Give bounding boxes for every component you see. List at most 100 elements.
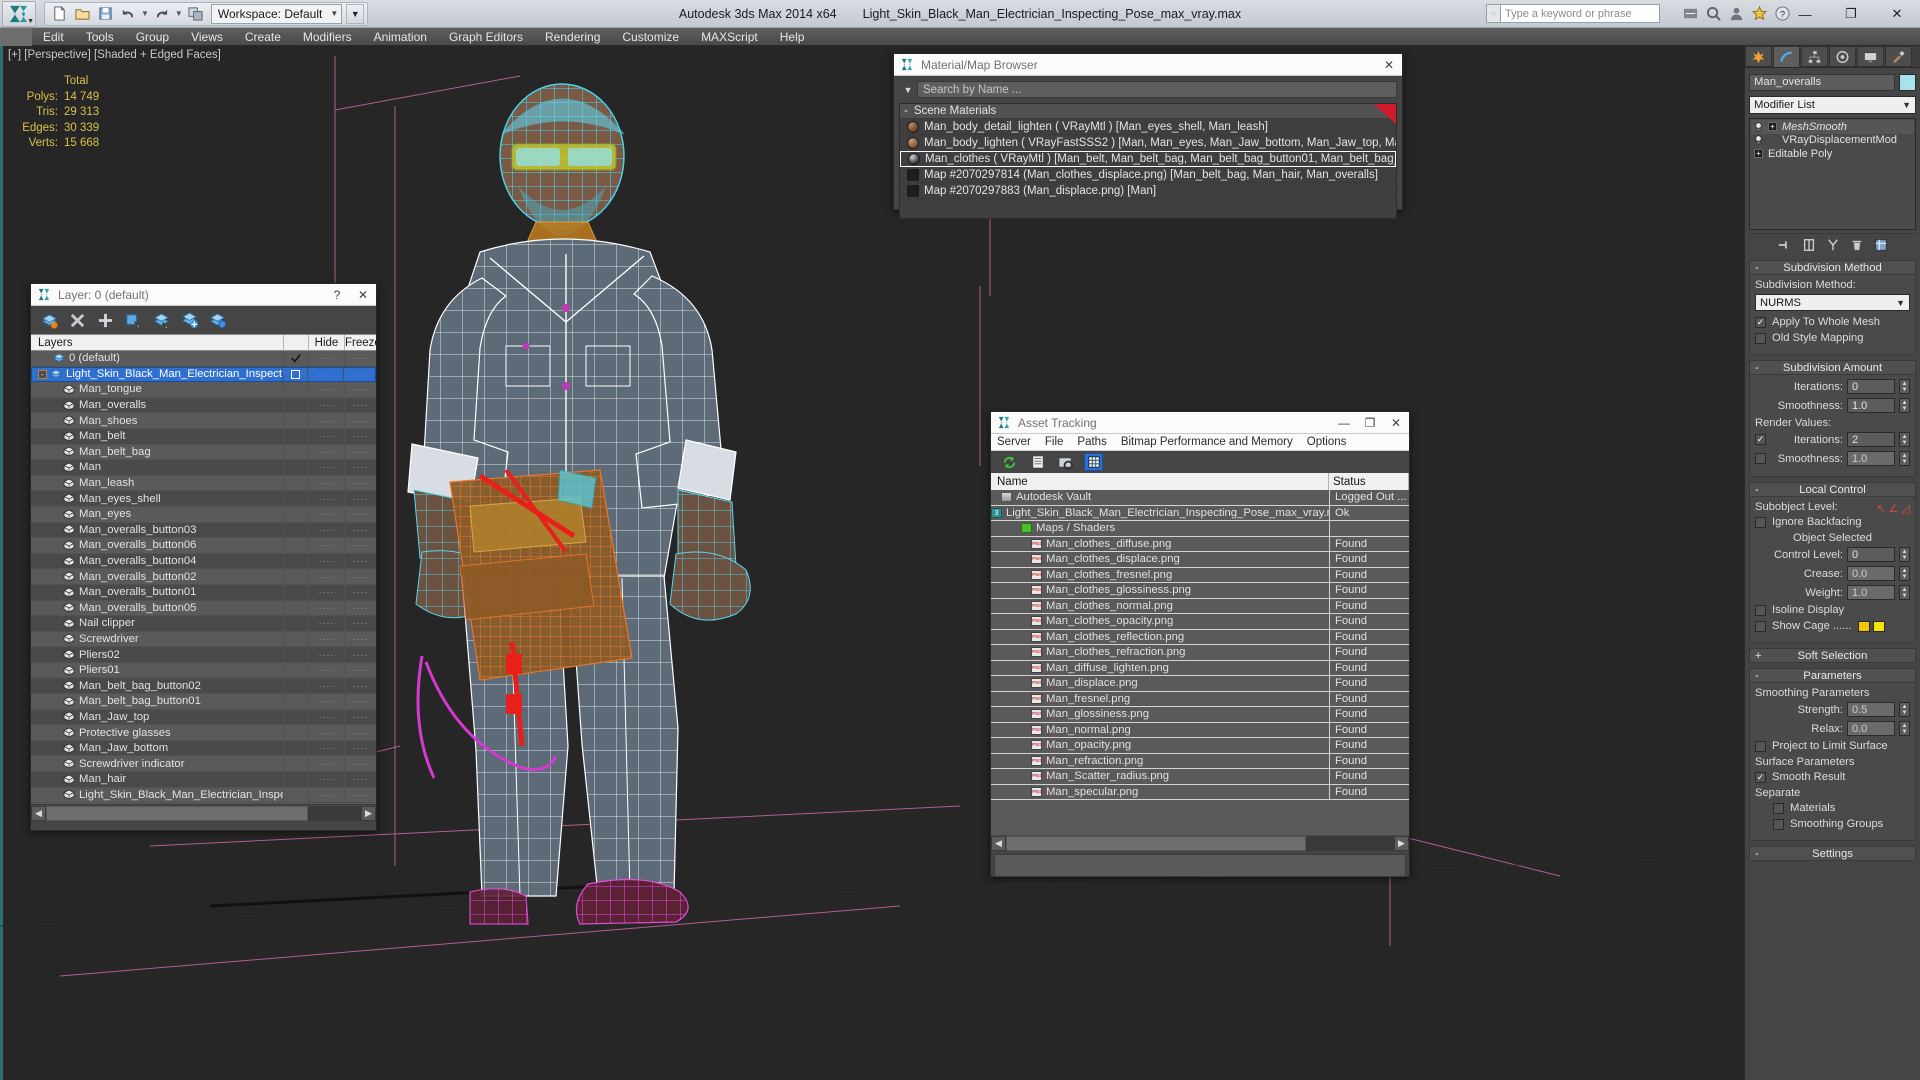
weight-stepper[interactable]: ▲ ▼ [1899, 585, 1910, 600]
layer-row[interactable]: Pliers01 ···· ···· [31, 662, 376, 679]
scene-materials-group-header[interactable]: - Scene Materials [900, 104, 1396, 119]
layer-row[interactable]: 0 (default) ···· ···· [31, 351, 376, 367]
layer-row[interactable]: Protective glasses ···· ···· [31, 725, 376, 741]
redo-button[interactable] [151, 4, 173, 24]
layer-hide-cell[interactable]: ···· [308, 600, 344, 616]
layer-hide-cell[interactable]: ···· [308, 444, 344, 460]
cage-color-pips[interactable] [1857, 620, 1885, 632]
highlight-selected-objects-icon[interactable] [152, 311, 171, 330]
tab-utilities[interactable] [1885, 46, 1912, 67]
app-menu-button[interactable] [0, 27, 32, 46]
layer-hide-cell[interactable]: ···· [308, 428, 344, 444]
undo-dropdown-icon[interactable]: ▼ [140, 9, 150, 18]
ignore-backfacing-checkbox[interactable] [1755, 516, 1766, 528]
refresh-icon[interactable] [1000, 453, 1019, 471]
layer-visibility-cell[interactable] [283, 538, 308, 553]
smooth-result-checkbox[interactable]: ✓ [1755, 771, 1766, 783]
layer-hide-cell[interactable]: ···· [308, 772, 344, 787]
asset-name-column-header[interactable]: Name [991, 473, 1329, 490]
crease-input[interactable]: 0.0 [1847, 566, 1895, 581]
tab-display[interactable] [1857, 46, 1884, 67]
layer-visibility-cell[interactable] [283, 522, 308, 538]
tab-hierarchy[interactable] [1801, 46, 1828, 67]
asset-row[interactable]: 3 Light_Skin_Black_Man_Electrician_Inspec… [991, 505, 1409, 521]
layer-freeze-cell[interactable]: ···· [344, 569, 376, 584]
modifier-stack-item-meshsmooth[interactable]: + MeshSmooth [1751, 120, 1914, 134]
layer-visibility-cell[interactable] [283, 647, 308, 662]
layer-freeze-cell[interactable]: ···· [344, 662, 376, 678]
render-iterations-input[interactable]: 2 [1847, 432, 1895, 447]
signin-icon[interactable] [1727, 4, 1746, 23]
layer-row[interactable]: Man_eyes ···· ···· [31, 506, 376, 523]
layer-row[interactable]: Man_overalls_button05 ···· ···· [31, 600, 376, 617]
asset-row[interactable]: Man_clothes_diffuse.png Found [991, 536, 1409, 552]
layer-row[interactable]: Man_Jaw_bottom ···· ···· [31, 740, 376, 757]
asset-row[interactable]: Man_clothes_fresnel.png Found [991, 567, 1409, 583]
layer-freeze-cell[interactable]: ···· [344, 553, 376, 569]
modifier-stack-item-editable-poly[interactable]: + Editable Poly [1751, 147, 1914, 161]
layer-expander-icon[interactable]: - [38, 369, 47, 379]
tab-modify[interactable] [1773, 46, 1800, 67]
menu-item-maxscript[interactable]: MAXScript [690, 28, 769, 46]
layer-hide-cell[interactable]: ···· [308, 662, 344, 678]
search-input[interactable]: Type a keyword or phrase [1500, 4, 1660, 23]
layer-hide-cell[interactable]: ···· [308, 413, 344, 428]
layer-visibility-cell[interactable] [283, 382, 308, 397]
asset-menu-paths[interactable]: Paths [1077, 436, 1106, 448]
layer-freeze-cell[interactable]: ···· [344, 491, 376, 506]
old-style-mapping-checkbox[interactable] [1755, 332, 1766, 344]
asset-tracking-window[interactable]: Asset Tracking — ❐ ✕ Server File Paths B… [990, 411, 1410, 877]
asset-maximize-icon[interactable]: ❐ [1357, 412, 1383, 434]
layer-hide-cell[interactable]: ···· [308, 694, 344, 709]
material-browser-search-input[interactable]: Search by Name ... [917, 81, 1397, 98]
layer-visibility-cell[interactable] [283, 756, 308, 772]
smoothing-groups-row[interactable]: Smoothing Groups [1755, 818, 1910, 830]
layer-horizontal-scrollbar[interactable]: ◀ ▶ [31, 804, 376, 821]
asset-row[interactable]: Man_clothes_glossiness.png Found [991, 583, 1409, 599]
layer-freeze-cell[interactable]: ···· [343, 367, 375, 382]
layer-visibility-cell[interactable] [283, 631, 308, 647]
menu-item-rendering[interactable]: Rendering [534, 28, 611, 46]
crease-stepper[interactable]: ▲ ▼ [1899, 566, 1910, 581]
layer-row[interactable]: Man_Jaw_top ···· ···· [31, 709, 376, 726]
asset-menu-file[interactable]: File [1045, 436, 1064, 448]
workspace-menu-button[interactable]: ▼ [346, 3, 365, 24]
control-level-input[interactable]: 0 [1847, 547, 1895, 562]
project-to-limit-surface-row[interactable]: Project to Limit Surface [1755, 740, 1910, 752]
show-cage-checkbox[interactable] [1755, 620, 1766, 632]
layer-freeze-cell[interactable]: ···· [344, 428, 376, 444]
old-style-mapping-row[interactable]: Old Style Mapping [1755, 332, 1910, 344]
configure-modifier-sets-icon[interactable] [1873, 237, 1889, 253]
asset-scroll-left-icon[interactable]: ◀ [991, 835, 1006, 851]
layer-hide-cell[interactable]: ···· [308, 351, 344, 366]
create-new-layer-icon[interactable] [40, 311, 59, 330]
asset-row[interactable]: Man_refraction.png Found [991, 753, 1409, 769]
layer-row[interactable]: Man_hair ···· ···· [31, 772, 376, 788]
asset-menu-options[interactable]: Options [1307, 436, 1347, 448]
scroll-track[interactable] [46, 805, 361, 821]
render-iterations-stepper[interactable]: ▲ ▼ [1899, 432, 1910, 447]
list-view-icon[interactable] [1028, 453, 1047, 471]
redo-dropdown-icon[interactable]: ▼ [174, 9, 184, 18]
maximize-button[interactable]: ❐ [1828, 0, 1874, 28]
layer-hide-cell[interactable]: ···· [308, 740, 344, 756]
render-iterations-checkbox[interactable]: ✓ [1755, 434, 1766, 445]
layer-visibility-cell[interactable] [283, 662, 308, 678]
modifier-stack-item-vraydisplacementmod[interactable]: VRayDisplacementMod [1751, 134, 1914, 148]
layer-row[interactable]: Man_belt_bag_button02 ···· ···· [31, 678, 376, 695]
layer-freeze-cell[interactable]: ···· [344, 444, 376, 460]
asset-row[interactable]: Man_clothes_reflection.png Found [991, 629, 1409, 645]
layer-hide-cell[interactable]: ···· [308, 382, 344, 397]
layer-row[interactable]: Man_belt ···· ···· [31, 428, 376, 445]
layer-freeze-cell[interactable]: ···· [344, 475, 376, 491]
layer-explorer-window[interactable]: Layer: 0 (default) ? ✕ Layers Hide Freez… [30, 283, 381, 831]
layer-visibility-cell[interactable] [283, 553, 308, 569]
layer-row[interactable]: Screwdriver ···· ···· [31, 631, 376, 648]
asset-row[interactable]: Man_clothes_refraction.png Found [991, 645, 1409, 661]
menu-item-create[interactable]: Create [234, 28, 292, 46]
layer-freeze-cell[interactable]: ···· [344, 382, 376, 397]
modifier-stack[interactable]: + MeshSmooth VRayDisplacementMod + Edita… [1749, 118, 1916, 230]
relax-input[interactable]: 0.0 [1847, 721, 1895, 736]
layer-hide-cell[interactable]: ···· [308, 491, 344, 506]
hide-column-header[interactable]: Hide [308, 335, 344, 350]
